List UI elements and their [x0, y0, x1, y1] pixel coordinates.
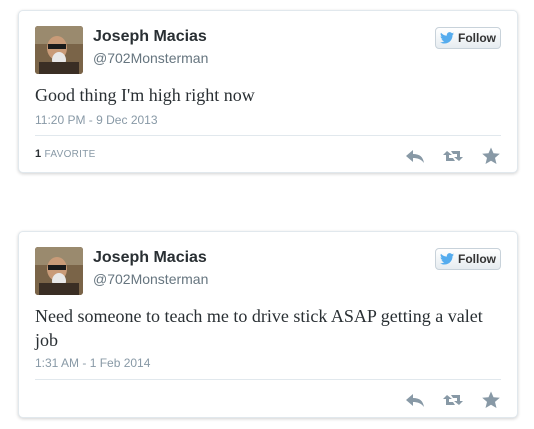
tweet-card: Joseph Macias @702Monsterman Follow Need…	[18, 231, 518, 418]
divider	[35, 379, 501, 380]
twitter-bird-icon	[440, 253, 454, 265]
author-handle[interactable]: @702Monsterman	[93, 271, 208, 287]
avatar[interactable]	[35, 26, 83, 74]
author-handle[interactable]: @702Monsterman	[93, 50, 208, 66]
tweet-timestamp[interactable]: 1:31 AM - 1 Feb 2014	[35, 356, 150, 370]
author-name[interactable]: Joseph Macias	[93, 249, 207, 267]
star-icon[interactable]	[481, 391, 501, 409]
tweet-actions	[405, 391, 501, 409]
reply-icon[interactable]	[405, 147, 425, 165]
follow-label: Follow	[458, 252, 496, 266]
favorite-count-number: 1	[35, 148, 42, 160]
tweet-actions	[405, 147, 501, 165]
favorite-count-label: FAVORITE	[44, 149, 96, 160]
tweet-card: Joseph Macias @702Monsterman Follow Good…	[18, 10, 518, 173]
retweet-icon[interactable]	[443, 147, 463, 165]
tweet-timestamp[interactable]: 11:20 PM - 9 Dec 2013	[35, 113, 158, 127]
twitter-bird-icon	[440, 32, 454, 44]
divider	[35, 135, 501, 136]
retweet-icon[interactable]	[443, 391, 463, 409]
star-icon[interactable]	[481, 147, 501, 165]
author-name[interactable]: Joseph Macias	[93, 28, 207, 46]
follow-button[interactable]: Follow	[435, 27, 501, 49]
reply-icon[interactable]	[405, 391, 425, 409]
follow-button[interactable]: Follow	[435, 248, 501, 270]
favorite-count[interactable]: 1 FAVORITE	[35, 148, 96, 160]
avatar[interactable]	[35, 247, 83, 295]
tweet-text: Need someone to teach me to drive stick …	[35, 306, 483, 350]
follow-label: Follow	[458, 31, 496, 45]
tweet-text: Good thing I'm high right now	[35, 85, 255, 105]
